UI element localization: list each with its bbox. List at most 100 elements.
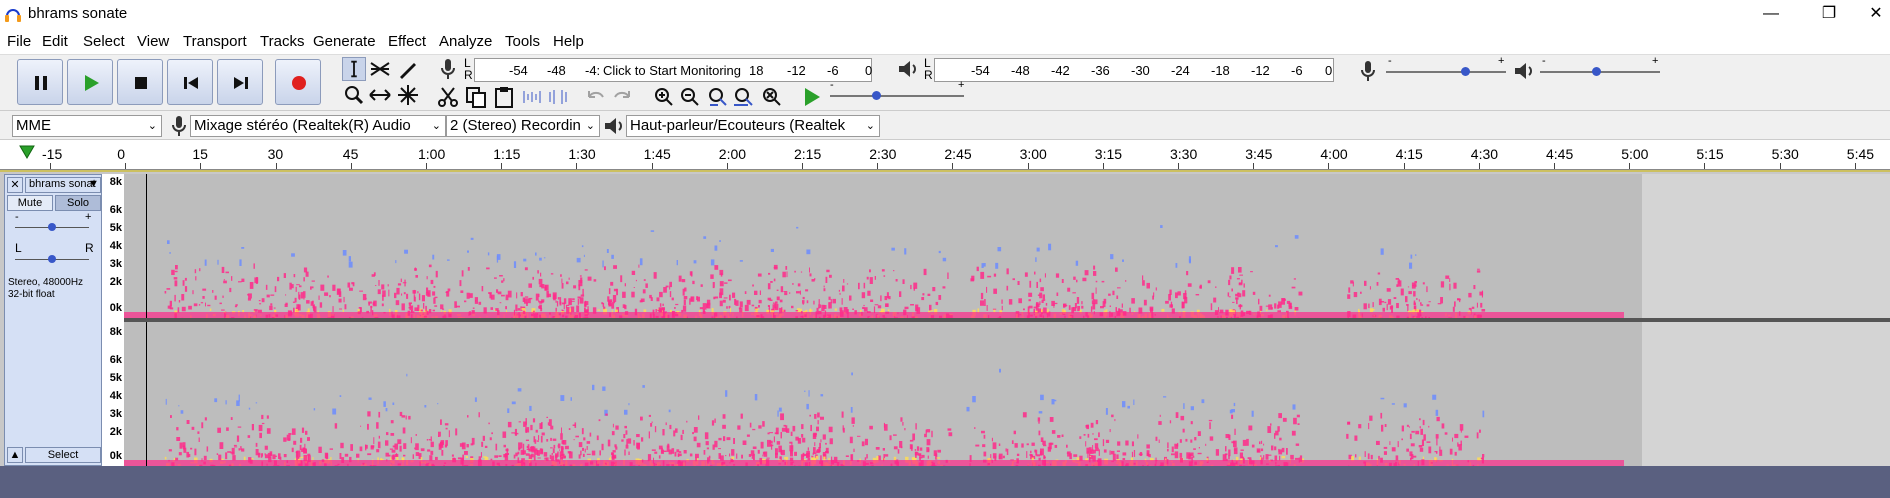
trim-audio-icon[interactable] [520, 85, 544, 109]
playback-volume-thumb[interactable] [1592, 67, 1601, 76]
fit-project-icon[interactable] [732, 85, 756, 109]
spectrogram-cell [259, 432, 262, 439]
time-shift-tool-icon[interactable] [368, 83, 392, 107]
microphone-icon[interactable] [436, 57, 460, 81]
spectrogram-cell [580, 294, 585, 297]
menu-transport[interactable]: Transport [183, 33, 247, 50]
skip-to-end-button[interactable] [217, 59, 263, 105]
multi-tool-icon[interactable] [396, 83, 420, 107]
audio-host-dropdown[interactable]: MME ⌄ [12, 115, 162, 137]
timeline-ruler[interactable]: -15 0 15 30 45 1:00 1:15 1:30 1:45 2:00 2:15 2:30 2:… [0, 140, 1890, 170]
pan-slider-thumb[interactable] [48, 255, 56, 263]
menu-edit[interactable]: Edit [42, 33, 68, 50]
spectrogram-cell [1180, 415, 1185, 421]
spectrogram-cell [809, 267, 810, 273]
spectrogram-cell [535, 252, 537, 256]
spectrogram-cell [991, 437, 993, 442]
undo-icon[interactable] [584, 85, 608, 109]
recording-volume-slider[interactable] [1386, 71, 1506, 73]
spectrogram-cell [573, 439, 575, 441]
spectrogram-left-channel[interactable] [124, 174, 1890, 318]
spectrogram-cell [651, 449, 656, 451]
redo-icon[interactable] [610, 85, 634, 109]
menu-generate[interactable]: Generate [313, 33, 376, 50]
menu-tracks[interactable]: Tracks [260, 33, 304, 50]
spectrogram-cell [938, 295, 942, 300]
zoom-tool-icon[interactable] [342, 83, 366, 107]
collapse-track-button[interactable]: ▲ [7, 447, 23, 463]
draw-tool-icon[interactable] [396, 57, 420, 81]
spectrogram-right-channel[interactable] [124, 322, 1890, 466]
timeline-tick-label: 5:15 [1696, 146, 1724, 162]
recording-volume-thumb[interactable] [1461, 67, 1470, 76]
stop-button[interactable] [117, 59, 163, 105]
spectrogram-cell [816, 449, 821, 452]
menu-help[interactable]: Help [553, 33, 584, 50]
timeline-tick [952, 163, 954, 169]
restore-button[interactable]: ❐ [1806, 0, 1852, 30]
recording-channels-dropdown[interactable]: 2 (Stereo) Recordin ⌄ [446, 115, 600, 137]
menu-select[interactable]: Select [83, 33, 125, 50]
play-at-speed-slider[interactable] [830, 95, 964, 97]
play-button[interactable] [67, 59, 113, 105]
spectrogram-cell [866, 454, 868, 459]
menu-tools[interactable]: Tools [505, 33, 540, 50]
speaker-icon[interactable] [896, 57, 920, 81]
play-head-triangle-icon[interactable] [18, 144, 36, 162]
timeline-tick-label: 3:00 [1019, 146, 1047, 162]
minimize-button[interactable]: — [1748, 0, 1794, 30]
play-at-speed-icon[interactable] [800, 85, 824, 109]
spectrogram-cell [849, 436, 853, 444]
track-close-button[interactable]: ✕ [7, 177, 23, 193]
skip-to-start-button[interactable] [167, 59, 213, 105]
spectrogram-cell [1278, 413, 1282, 419]
recording-device-dropdown[interactable]: Mixage stéréo (Realtek(R) Audio ⌄ [190, 115, 446, 137]
spectrogram-cell [653, 272, 657, 279]
spectrogram-cell [902, 279, 905, 284]
envelope-tool-icon[interactable] [368, 57, 392, 81]
spectrogram-cell [550, 273, 554, 275]
track-name-menu[interactable]: bhrams sonat ▼ [25, 177, 101, 193]
spectrogram-cell [1410, 254, 1413, 259]
spectrogram-cell [897, 449, 900, 454]
spectrogram-cell [261, 298, 265, 303]
silence-audio-icon[interactable] [546, 85, 570, 109]
gain-slider-thumb[interactable] [48, 223, 56, 231]
spectrogram-cell [448, 430, 450, 438]
zoom-toggle-icon[interactable] [760, 85, 784, 109]
paste-icon[interactable] [492, 85, 516, 109]
spectrogram-cell [869, 277, 873, 284]
record-meter[interactable]: -54 -48 -4: Click to Start Monitoring 18… [474, 58, 872, 82]
start-monitoring-text[interactable]: Click to Start Monitoring [603, 63, 741, 78]
record-button[interactable] [275, 59, 321, 105]
solo-button[interactable]: Solo [55, 195, 101, 211]
select-track-button[interactable]: Select [25, 447, 101, 463]
spectrogram-cell [295, 451, 299, 453]
spectrogram-cell [339, 395, 342, 397]
zoom-out-icon[interactable] [678, 85, 702, 109]
play-at-speed-thumb[interactable] [872, 91, 881, 100]
spectrogram-cell [668, 409, 671, 413]
spectrogram-cell [604, 266, 606, 271]
pause-button[interactable] [17, 59, 63, 105]
selection-tool-icon[interactable] [342, 57, 366, 81]
playback-device-dropdown[interactable]: Haut-parleur/Ecouteurs (Realtek ⌄ [626, 115, 880, 137]
copy-icon[interactable] [464, 85, 488, 109]
playback-meter[interactable]: -54 -48 -42 -36 -30 -24 -18 -12 -6 0 [934, 58, 1334, 82]
mute-button[interactable]: Mute [7, 195, 53, 211]
close-button[interactable]: ✕ [1862, 0, 1890, 30]
spectrogram-cell [1291, 286, 1296, 289]
cut-icon[interactable] [436, 85, 460, 109]
spectrogram-cell [820, 439, 822, 443]
spectrogram-cell [1405, 296, 1408, 303]
fit-selection-icon[interactable] [706, 85, 730, 109]
spectrogram-cell [1186, 452, 1190, 459]
menu-effect[interactable]: Effect [388, 33, 426, 50]
audacity-logo-icon [5, 9, 21, 22]
menu-file[interactable]: File [7, 33, 31, 50]
spectrogram-cell [800, 454, 804, 461]
menu-view[interactable]: View [137, 33, 169, 50]
zoom-in-icon[interactable] [652, 85, 676, 109]
menu-analyze[interactable]: Analyze [439, 33, 492, 50]
spectrogram-cell [467, 267, 470, 271]
